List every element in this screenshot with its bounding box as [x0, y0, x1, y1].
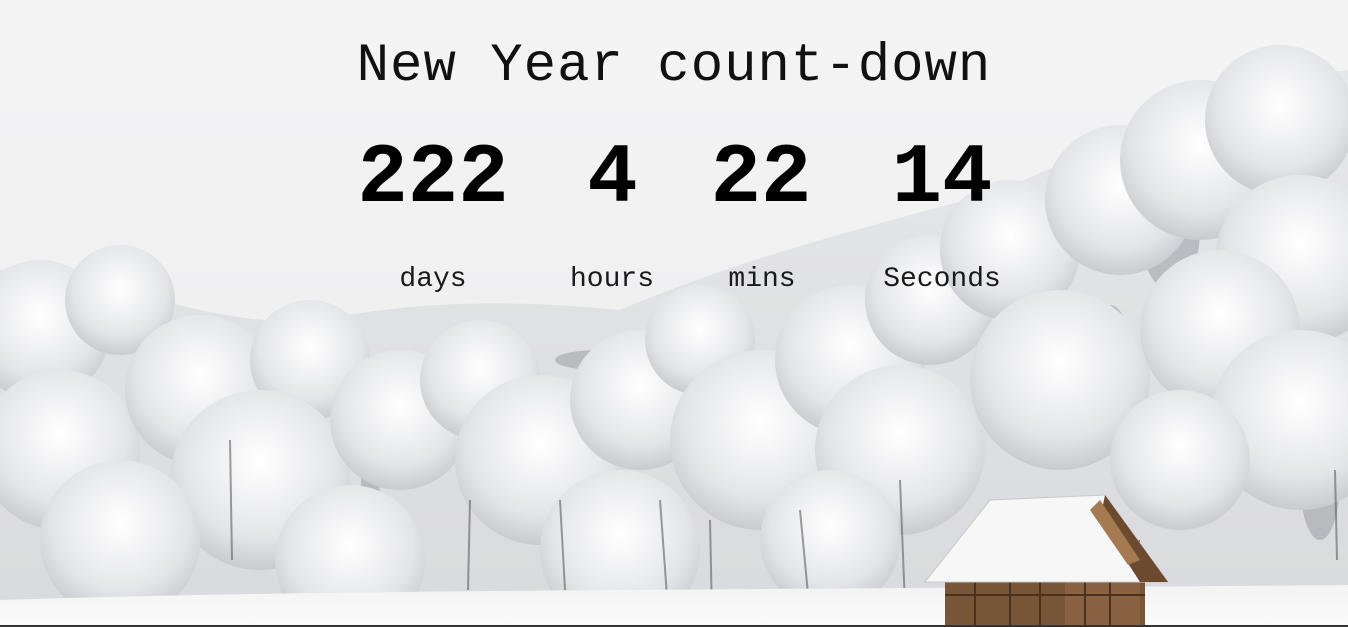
mins-label: mins [728, 264, 796, 295]
seconds-value: 14 [891, 132, 993, 227]
days-block: 222 [348, 130, 518, 230]
days-label: days [399, 264, 467, 295]
page-title: New Year count-down [356, 36, 992, 97]
seconds-label: Seconds [883, 264, 1001, 295]
seconds-block: 14 [886, 130, 998, 230]
hours-label: hours [569, 264, 655, 295]
hours-block: 4 [585, 130, 640, 230]
mins-value: 22 [710, 132, 812, 227]
days-value: 222 [357, 132, 509, 227]
countdown-page: New Year count-down 222 4 22 14 days hou… [0, 0, 1348, 627]
hours-value: 4 [587, 132, 638, 227]
mins-block: 22 [705, 130, 817, 230]
